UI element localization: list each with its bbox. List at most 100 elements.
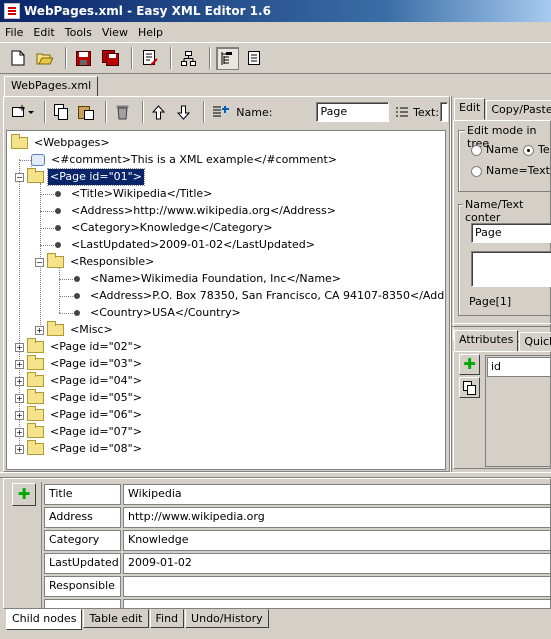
save-icon[interactable] (72, 47, 95, 70)
table-row[interactable]: Address http://www.wikipedia.org (44, 507, 551, 530)
open-folder-icon[interactable] (33, 47, 56, 70)
tree-node-category[interactable]: <Category>Knowledge</Category> (51, 220, 275, 236)
expand-icon[interactable]: + (15, 393, 24, 403)
radio-button[interactable] (471, 144, 482, 156)
tab-webpages-xml[interactable]: WebPages.xml (4, 76, 99, 96)
name-input[interactable]: Page (316, 102, 389, 122)
node-path: Page[1] (469, 295, 512, 308)
tree-node-page-07[interactable]: + <Page id="07"> (15, 423, 144, 440)
tree-node-responsible-address[interactable]: <Address>P.O. Box 78350, San Francisco, … (70, 288, 445, 304)
tree-node-page-06[interactable]: + <Page id="06"> (15, 406, 144, 423)
radio-name-equals-text[interactable]: Name=Text (471, 164, 550, 177)
table-row[interactable]: Category Knowledge (44, 530, 551, 553)
tree-node-page-08[interactable]: + <Page id="08"> (15, 440, 144, 457)
table-row[interactable]: Title Wikipedia (44, 484, 551, 507)
table-row[interactable]: LastUpdated 2009-01-02 (44, 553, 551, 576)
tree-node-title[interactable]: <Title>Wikipedia</Title> (51, 186, 214, 202)
tree-node-page-02[interactable]: + <Page id="02"> (15, 338, 144, 355)
tree-node-page-04[interactable]: + <Page id="04"> (15, 372, 144, 389)
tree-node-misc[interactable]: + <Misc> (35, 321, 115, 338)
new-file-icon[interactable] (6, 47, 29, 70)
tree-structure-icon[interactable] (177, 47, 200, 70)
tree-node-name[interactable]: <Name>Wikimedia Foundation, Inc</Name> (70, 271, 343, 287)
child-value-cell[interactable]: 2009-01-02 (123, 553, 551, 574)
child-value-cell[interactable]: Knowledge (123, 530, 551, 551)
menu-edit[interactable]: Edit (28, 26, 59, 39)
child-name-cell[interactable]: Address (44, 507, 121, 528)
menu-bar: File Edit Tools View Help (0, 22, 551, 42)
child-value-cell[interactable] (123, 576, 551, 597)
expand-icon[interactable]: + (15, 410, 24, 420)
child-name-cell[interactable]: Category (44, 530, 121, 551)
radio-button[interactable] (471, 165, 482, 177)
expand-icon[interactable]: + (15, 427, 24, 437)
copy-icon[interactable] (51, 101, 72, 124)
menu-file[interactable]: File (0, 26, 28, 39)
text-input[interactable] (440, 102, 449, 122)
child-name-cell[interactable]: LastUpdated (44, 553, 121, 574)
radio-text[interactable]: Te (523, 143, 550, 156)
copy-attribute-button[interactable] (459, 377, 480, 398)
expand-icon[interactable]: + (35, 325, 44, 335)
tab-table-edit[interactable]: Table edit (83, 609, 149, 628)
expand-icon[interactable]: + (15, 342, 24, 352)
table-row[interactable]: Responsible (44, 576, 551, 599)
insert-attribute-icon[interactable] (210, 101, 231, 124)
name-label: Name: (236, 105, 273, 119)
attribute-name-cell[interactable]: id (487, 357, 551, 377)
tree-node-webpages[interactable]: <Webpages> (11, 134, 112, 151)
tree-node-address[interactable]: <Address>http://www.wikipedia.org</Addre… (51, 203, 338, 219)
add-attribute-button[interactable]: ✚ (459, 354, 480, 375)
tab-child-nodes[interactable]: Child nodes (6, 609, 83, 630)
paste-icon[interactable] (76, 101, 97, 124)
tree-node-page-05[interactable]: + <Page id="05"> (15, 389, 144, 406)
tab-quick-attributes[interactable]: Quick a (519, 332, 551, 352)
add-node-dropdown-icon[interactable] (10, 101, 35, 124)
expand-icon[interactable]: + (15, 359, 24, 369)
menu-view[interactable]: View (97, 26, 133, 39)
tab-edit[interactable]: Edit (454, 98, 486, 120)
tree-view-icon[interactable] (216, 46, 239, 70)
expand-icon[interactable]: + (15, 376, 24, 386)
child-name-cell[interactable] (44, 599, 121, 608)
tree-node-responsible[interactable]: − <Responsible> (35, 253, 156, 270)
menu-help[interactable]: Help (133, 26, 168, 39)
child-value-cell[interactable]: Wikipedia (123, 484, 551, 505)
move-down-icon[interactable] (173, 101, 194, 124)
xml-tree[interactable]: <Webpages> <#comment>This is a XML examp… (6, 130, 446, 470)
text-view-icon[interactable] (243, 47, 266, 70)
child-value-cell[interactable]: http://www.wikipedia.org (123, 507, 551, 528)
leaf-node-icon (55, 208, 61, 214)
tab-find[interactable]: Find (149, 609, 185, 628)
collapse-icon[interactable]: − (15, 172, 24, 182)
tree-node-comment[interactable]: <#comment>This is a XML example</#commen… (31, 152, 339, 168)
move-up-icon[interactable] (149, 101, 170, 124)
collapse-icon[interactable]: − (35, 257, 44, 267)
tree-node-page-01[interactable]: − <Page id="01"> (15, 168, 145, 186)
tab-undo-history[interactable]: Undo/History (185, 609, 269, 628)
menu-tools[interactable]: Tools (60, 26, 97, 39)
tree-node-country[interactable]: <Country>USA</Country> (70, 305, 243, 321)
tab-attributes[interactable]: Attributes (454, 330, 519, 352)
leaf-node-icon (55, 225, 61, 231)
edit-document-icon[interactable] (138, 47, 161, 70)
expand-icon[interactable]: + (15, 444, 24, 454)
leaf-node-icon (74, 310, 80, 316)
horizontal-splitter[interactable] (452, 323, 551, 327)
bottom-tabs: Child nodes Table edit Find Undo/History (6, 609, 551, 631)
radio-name[interactable]: Name (471, 143, 518, 156)
text-value-input[interactable] (471, 251, 551, 287)
delete-icon[interactable] (112, 101, 133, 124)
add-child-node-button[interactable]: ✚ (12, 483, 36, 506)
radio-button[interactable] (523, 144, 534, 156)
tab-copy-paste[interactable]: Copy/Paste (486, 100, 551, 120)
child-name-cell[interactable]: Responsible (44, 576, 121, 597)
table-row[interactable] (44, 599, 551, 608)
tree-node-lastupdated[interactable]: <LastUpdated>2009-01-02</LastUpdated> (51, 237, 317, 253)
child-value-cell[interactable] (123, 599, 551, 608)
name-value-input[interactable]: Page (471, 223, 551, 243)
list-icon[interactable] (395, 101, 409, 124)
save-all-icon[interactable] (99, 47, 122, 70)
tree-node-page-03[interactable]: + <Page id="03"> (15, 355, 144, 372)
child-name-cell[interactable]: Title (44, 484, 121, 505)
